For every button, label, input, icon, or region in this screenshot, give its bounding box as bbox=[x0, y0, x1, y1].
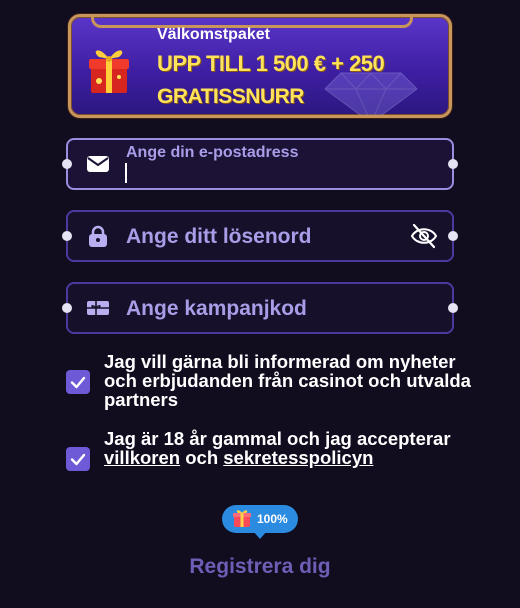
envelope-icon bbox=[87, 156, 109, 172]
marketing-consent-checkbox[interactable] bbox=[66, 370, 90, 394]
field-notch bbox=[448, 231, 458, 241]
banner-spins-text: GRATISSNURR bbox=[157, 85, 304, 108]
text-caret bbox=[125, 163, 127, 183]
banner-offer-text: UPP TILL 1 500 € + 250 bbox=[157, 51, 385, 76]
field-notch bbox=[62, 159, 72, 169]
age-terms-text-before: Jag är 18 år gammal och jag accepterar bbox=[104, 428, 451, 449]
promo-code-field[interactable]: Ange kampanjkod bbox=[62, 282, 458, 334]
email-field[interactable]: Ange din e-postadress bbox=[62, 138, 458, 190]
email-input[interactable] bbox=[124, 162, 424, 184]
welcome-bonus-banner: Välkomstpaket UPP TILL 1 500 € + 250 GRA… bbox=[68, 14, 452, 118]
badge-pointer bbox=[253, 531, 267, 539]
checkmark-icon bbox=[70, 376, 86, 389]
progress-badge: 100% bbox=[222, 505, 298, 539]
ticket-icon bbox=[87, 301, 109, 315]
email-field-label: Ange din e-postadress bbox=[126, 144, 299, 161]
eye-off-icon[interactable] bbox=[410, 223, 438, 249]
field-notch bbox=[448, 303, 458, 313]
age-terms-text-middle: och bbox=[180, 447, 224, 468]
marketing-consent-text: Jag vill gärna bli informerad om nyheter… bbox=[104, 351, 471, 410]
register-button[interactable]: Registrera dig bbox=[140, 548, 380, 586]
privacy-policy-link[interactable]: sekretesspolicyn bbox=[223, 447, 373, 468]
field-notch bbox=[448, 159, 458, 169]
terms-link[interactable]: villkoren bbox=[104, 447, 180, 468]
checkmark-icon bbox=[70, 453, 86, 466]
lock-icon bbox=[89, 225, 107, 247]
gift-box-icon bbox=[89, 50, 129, 93]
banner-welcome-text: Välkomstpaket bbox=[157, 26, 270, 43]
age-terms-checkbox[interactable] bbox=[66, 447, 90, 471]
promo-code-placeholder: Ange kampanjkod bbox=[126, 297, 307, 320]
gift-icon bbox=[233, 510, 251, 527]
field-notch bbox=[62, 303, 72, 313]
progress-percent: 100% bbox=[257, 512, 288, 526]
password-placeholder: Ange ditt lösenord bbox=[126, 225, 312, 248]
age-terms-text: Jag är 18 år gammal och jag accepterar v… bbox=[104, 429, 474, 467]
password-field[interactable]: Ange ditt lösenord bbox=[62, 210, 458, 262]
field-notch bbox=[62, 231, 72, 241]
